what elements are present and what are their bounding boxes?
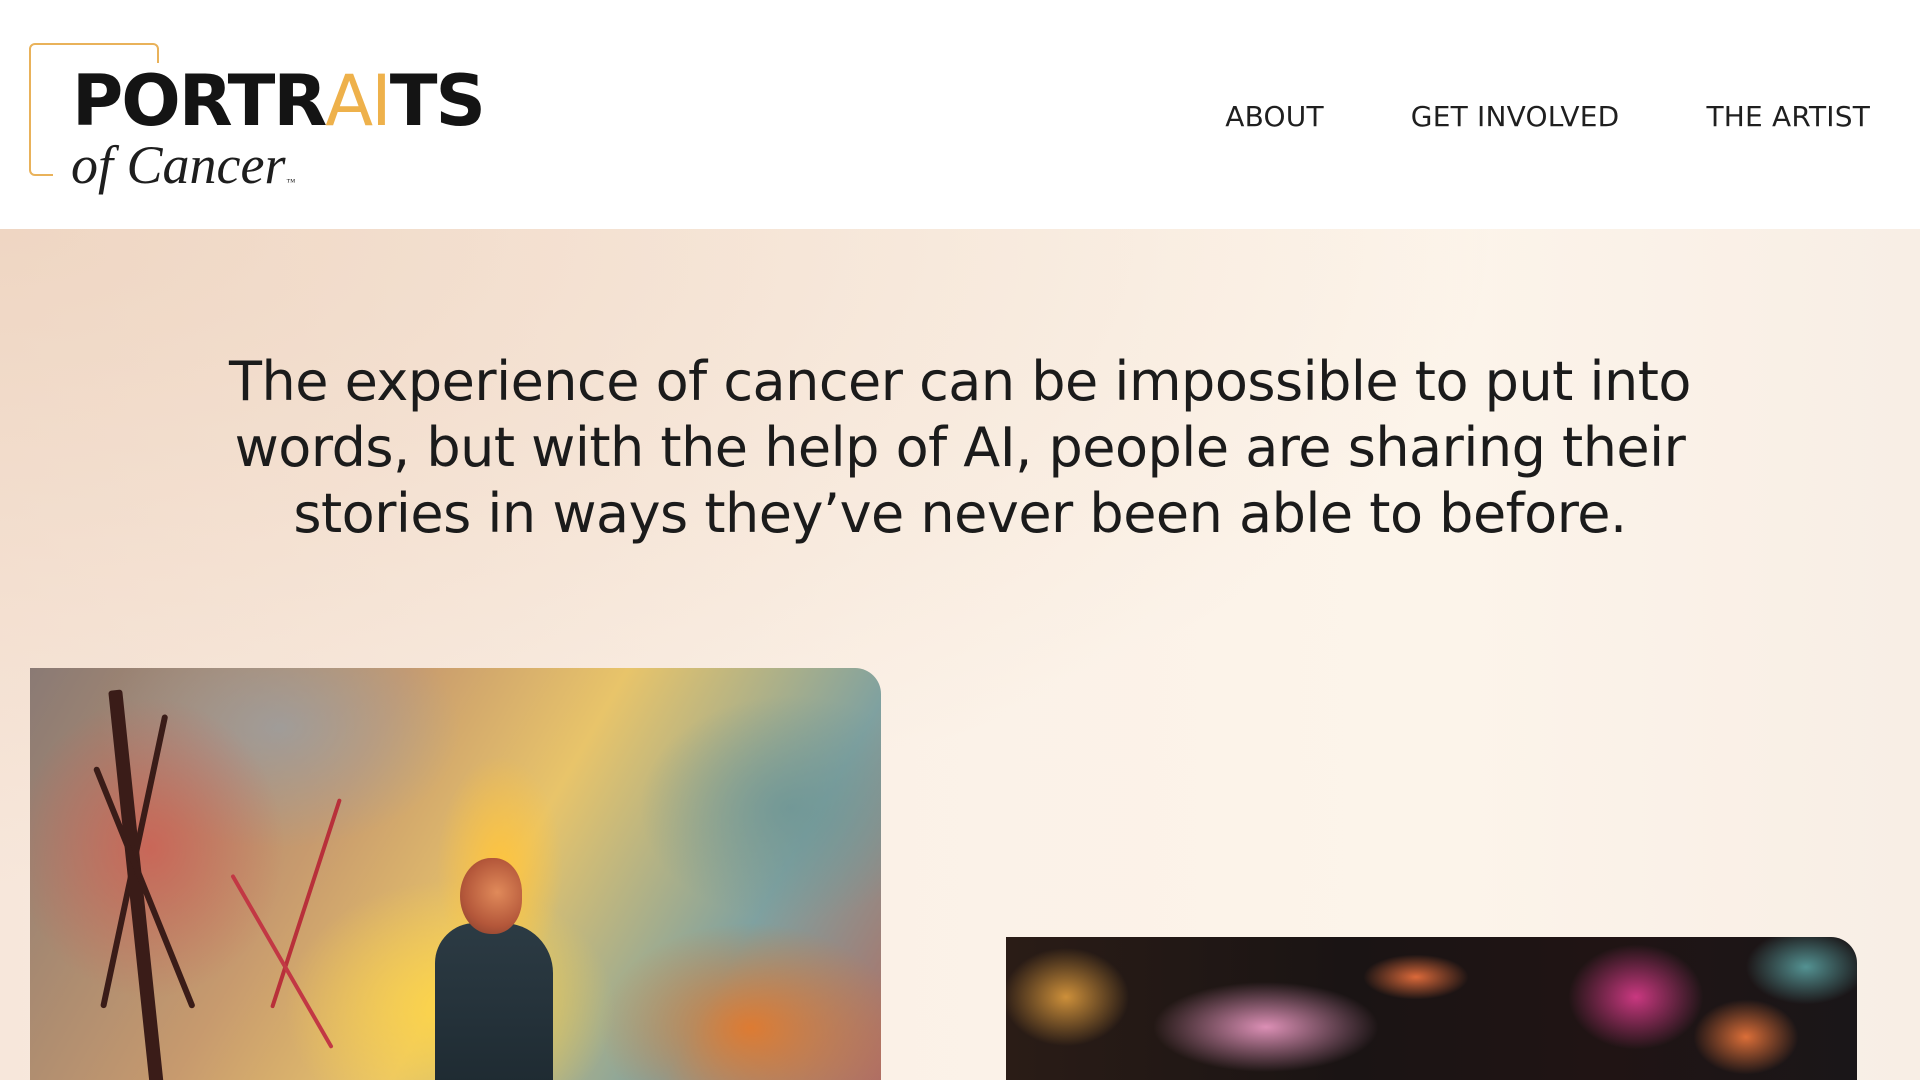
hero-statement: The experience of cancer can be impossib…	[229, 350, 1691, 545]
nav-link-about[interactable]: ABOUT	[1225, 96, 1324, 138]
figure-head-shape	[460, 858, 522, 934]
logo-title: PORTRAITS	[72, 60, 486, 142]
logo-title-prefix: PORTR	[72, 60, 327, 142]
hero-section: The experience of cancer can be impossib…	[0, 229, 1920, 1080]
site-logo[interactable]: PORTRAITS of Cancer™	[29, 43, 529, 203]
tree-branch-shape	[270, 798, 342, 1009]
logo-subtitle: of Cancer™	[71, 135, 295, 212]
nav-link-the-artist[interactable]: THE ARTIST	[1706, 96, 1870, 138]
site-header: PORTRAITS of Cancer™ ABOUT GET INVOLVED …	[0, 0, 1920, 229]
logo-subtitle-text: of Cancer	[71, 135, 286, 195]
figure-body-shape	[435, 923, 553, 1080]
logo-title-accent: AI	[325, 60, 392, 142]
artwork-card-underwater[interactable]	[1006, 937, 1857, 1080]
nav-link-get-involved[interactable]: GET INVOLVED	[1411, 96, 1620, 138]
artwork-card-portrait[interactable]	[30, 668, 881, 1080]
main-nav: ABOUT GET INVOLVED THE ARTIST	[1225, 96, 1870, 138]
tree-branch-shape	[230, 873, 334, 1049]
logo-title-suffix: TS	[389, 60, 486, 142]
trademark-symbol: ™	[286, 177, 296, 187]
